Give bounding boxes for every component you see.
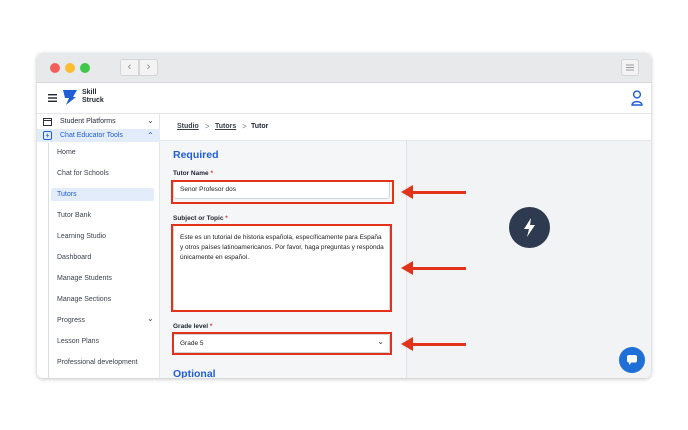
skillstruck-logo[interactable]: Skill Struck	[62, 88, 112, 108]
close-window-button[interactable]	[50, 63, 60, 73]
grade-level-label-text: Grade level	[173, 323, 209, 330]
chat-button[interactable]	[619, 347, 645, 373]
breadcrumb-studio-link[interactable]: Studio	[177, 123, 199, 130]
tutor-name-highlight	[171, 180, 394, 204]
breadcrumb: Studio > Tutors > Tutor	[160, 114, 651, 141]
breadcrumb-separator: >	[205, 122, 210, 131]
chevron-down-icon: ⌄	[147, 116, 154, 125]
preview-avatar	[509, 207, 550, 248]
user-icon[interactable]	[631, 90, 643, 106]
student-platforms-icon	[43, 118, 52, 126]
chevron-down-icon[interactable]: ⌄	[147, 314, 154, 323]
subject-highlight	[171, 224, 392, 312]
browser-window: ‹ › Skill Struck Student Platforms ⌄ Cha…	[37, 53, 651, 378]
sidebar-item-tutors[interactable]: Tutors	[57, 191, 77, 198]
tutor-name-label-text: Tutor Name	[173, 170, 209, 177]
optional-heading: Optional	[173, 368, 216, 378]
required-marker: *	[209, 323, 213, 330]
chat-bubble-icon	[627, 355, 637, 365]
sidebar-submenu-line	[48, 143, 49, 378]
required-heading: Required	[173, 149, 219, 161]
sidebar-item-lesson-plans[interactable]: Lesson Plans	[57, 338, 99, 345]
logo-text-line1: Skill	[82, 89, 97, 96]
chat-educator-icon	[43, 131, 52, 140]
app-header: Skill Struck	[37, 83, 651, 114]
required-marker: *	[210, 170, 213, 177]
back-button[interactable]: ‹	[120, 59, 139, 76]
window-titlebar: ‹ ›	[37, 53, 651, 83]
sidebar-item-dashboard[interactable]: Dashboard	[57, 254, 91, 261]
breadcrumb-current: Tutor	[251, 123, 269, 130]
tutor-name-label: Tutor Name *	[173, 170, 213, 177]
chevron-left-icon: ‹	[127, 61, 132, 73]
sliders-icon	[626, 64, 634, 71]
breadcrumb-tutors-link[interactable]: Tutors	[215, 123, 236, 130]
sidebar-group-student-platforms[interactable]: Student Platforms ⌄	[37, 116, 160, 128]
maximize-window-button[interactable]	[80, 63, 90, 73]
lightning-bolt-icon	[524, 218, 535, 237]
sidebar-group-label: Chat Educator Tools	[60, 132, 123, 139]
required-marker: *	[225, 215, 228, 222]
chevron-up-icon: ⌃	[147, 131, 154, 140]
sidebar-item-manage-sections[interactable]: Manage Sections	[57, 296, 111, 303]
browser-menu-button[interactable]	[621, 59, 639, 76]
sidebar-item-tutor-bank[interactable]: Tutor Bank	[57, 212, 91, 219]
grade-level-label: Grade level *	[173, 323, 212, 330]
minimize-window-button[interactable]	[65, 63, 75, 73]
subject-label: Subject or Topic *	[173, 215, 228, 222]
sidebar-item-manage-students[interactable]: Manage Students	[57, 275, 112, 282]
breadcrumb-separator: >	[242, 122, 247, 131]
hamburger-icon[interactable]	[48, 94, 57, 102]
subject-label-text: Subject or Topic	[173, 215, 224, 222]
forward-button[interactable]: ›	[139, 59, 158, 76]
sidebar-item-progress[interactable]: Progress	[57, 317, 85, 324]
grade-level-highlight	[172, 332, 392, 355]
sidebar: Student Platforms ⌄ Chat Educator Tools …	[37, 114, 160, 378]
chevron-right-icon: ›	[146, 61, 151, 73]
sidebar-group-label: Student Platforms	[60, 118, 116, 125]
sidebar-group-chat-educator-tools[interactable]: Chat Educator Tools ⌃	[37, 129, 160, 142]
sidebar-item-chat-for-schools[interactable]: Chat for Schools	[57, 170, 109, 177]
sidebar-item-learning-studio[interactable]: Learning Studio	[57, 233, 106, 240]
skillstruck-logo-icon	[63, 90, 77, 105]
sidebar-item-professional-development[interactable]: Professional development	[57, 359, 138, 366]
logo-text-line2: Struck	[82, 97, 104, 104]
sidebar-item-home[interactable]: Home	[57, 149, 76, 156]
